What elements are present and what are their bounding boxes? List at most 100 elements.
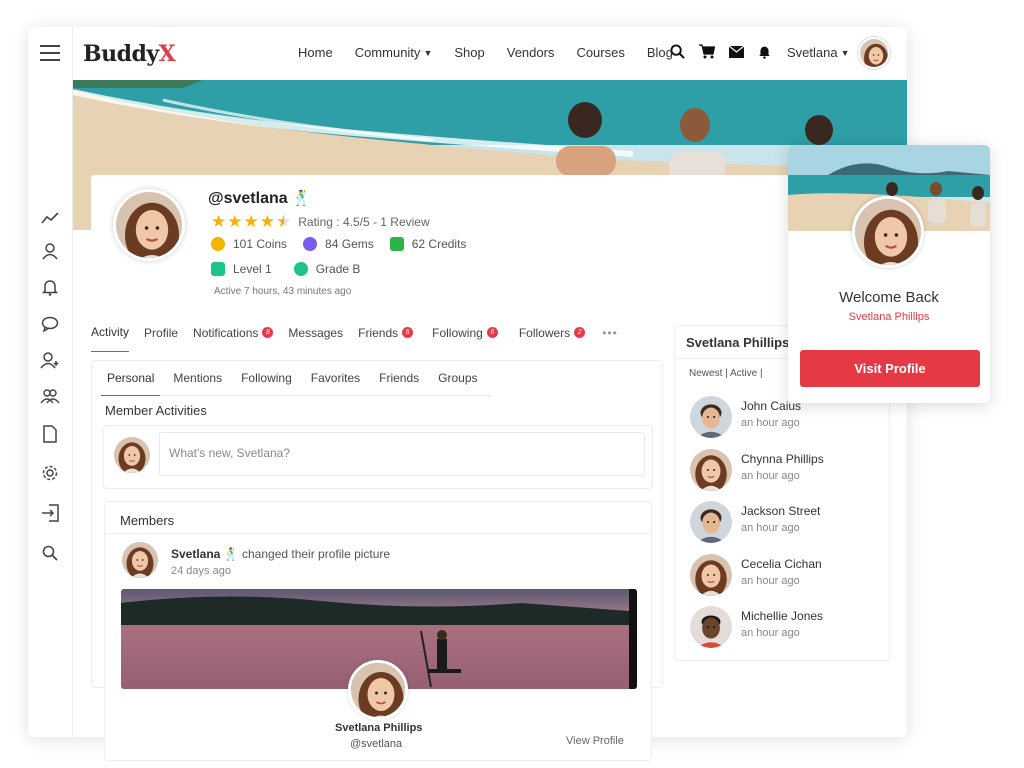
list-item[interactable]: Cecelia Cichan an hour ago [690, 554, 880, 598]
avatar [114, 437, 150, 473]
tab-activity[interactable]: Activity [91, 325, 130, 352]
star-icon: ★ [211, 212, 227, 231]
half-star-icon: ★ [276, 212, 292, 231]
profile-handle: @svetlana 🕺 [208, 190, 311, 207]
nav-shop[interactable]: Shop [454, 45, 484, 60]
coins-count: 101 Coins [233, 237, 288, 251]
count-badge: 8 [262, 327, 274, 338]
sub-tabs: Personal Mentions Following Favorites Fr… [100, 371, 491, 396]
subtab-groups[interactable]: Groups [438, 371, 477, 385]
brand-logo[interactable]: BuddyX [83, 41, 176, 67]
star-icon: ★ [243, 212, 259, 231]
avatar [690, 396, 732, 438]
activity-time: 24 days ago [171, 565, 231, 577]
members-header: Members [120, 513, 175, 528]
view-profile-link[interactable]: View Profile [566, 735, 624, 747]
member-full-name[interactable]: Svetlana Phillips [335, 722, 422, 734]
author-name[interactable]: Svetlana [171, 547, 220, 561]
avatar [690, 449, 732, 491]
tab-profile[interactable]: Profile [144, 325, 178, 352]
star-icon: ★ [259, 212, 275, 231]
top-navbar: BuddyX Home Community ▼ Shop Vendors Cour… [73, 27, 907, 79]
star-icon: ★ [227, 212, 243, 231]
profile-avatar[interactable] [348, 660, 408, 720]
groups-icon[interactable] [39, 385, 61, 407]
coin-icon [211, 237, 225, 251]
member-name[interactable]: Chynna Phillips [741, 452, 824, 466]
main-nav: Home Community ▼ Shop Vendors Courses Blo… [298, 45, 695, 60]
count-badge: 6 [486, 327, 498, 338]
post-form: What's new, Svetlana? [103, 425, 653, 489]
nav-home[interactable]: Home [298, 45, 333, 60]
nav-community[interactable]: Community ▼ [355, 45, 433, 60]
tab-following[interactable]: Following 6 [432, 325, 498, 352]
mail-icon[interactable] [728, 45, 745, 63]
level-text: Level 1 [233, 262, 272, 276]
widget-title: Svetlana Phillips [686, 335, 790, 350]
section-title: Member Activities [105, 403, 207, 418]
count-badge: 2 [574, 327, 586, 338]
document-icon[interactable] [39, 423, 61, 445]
member-name[interactable]: Cecelia Cichan [741, 557, 822, 571]
subtab-mentions[interactable]: Mentions [173, 371, 222, 385]
tab-friends[interactable]: Friends 6 [358, 325, 414, 352]
login-icon[interactable] [39, 502, 61, 524]
profile-tabs: Activity Profile Notifications 8 Messages… [91, 325, 633, 352]
avatar[interactable] [852, 196, 924, 268]
list-item[interactable]: Jackson Street an hour ago [690, 501, 880, 545]
nav-vendors[interactable]: Vendors [507, 45, 555, 60]
rating: ★ ★ ★ ★ ★ Rating : 4.5/5 - 1 Review [211, 212, 430, 232]
member-time: an hour ago [741, 575, 800, 587]
sidebar [28, 27, 73, 737]
avatar [690, 554, 732, 596]
avatar[interactable] [858, 37, 890, 69]
avatar[interactable] [122, 542, 158, 578]
member-name[interactable]: Michellie Jones [741, 609, 823, 623]
member-time: an hour ago [741, 522, 800, 534]
avatar [690, 606, 732, 648]
rank-row: Level 1 Grade B [211, 262, 376, 276]
last-active: Active 7 hours, 43 minutes ago [214, 286, 352, 297]
grade-medal-icon [293, 262, 308, 276]
header-icons [670, 44, 771, 64]
more-icon[interactable]: ••• [602, 325, 618, 352]
search-icon[interactable] [39, 542, 61, 564]
activity-icon[interactable] [39, 207, 61, 229]
list-item[interactable]: Chynna Phillips an hour ago [690, 449, 880, 493]
friends-filter[interactable]: Newest | Active | [689, 368, 763, 379]
menu-icon[interactable] [40, 45, 60, 66]
chat-icon[interactable] [39, 313, 61, 335]
tab-followers[interactable]: Followers 2 [519, 325, 586, 352]
subtab-friends[interactable]: Friends [379, 371, 419, 385]
gear-icon[interactable] [39, 462, 61, 484]
bell-icon[interactable] [39, 276, 61, 298]
members-card: Members Svetlana 🕺 changed their profile… [104, 501, 652, 761]
member-time: an hour ago [741, 470, 800, 482]
points-row: 101 Coins 84 Gems 62 Credits [211, 237, 482, 251]
notification-bell-icon[interactable] [758, 44, 771, 64]
user-menu[interactable]: Svetlana ▼ [787, 45, 850, 60]
subtab-personal[interactable]: Personal [100, 371, 161, 396]
list-item[interactable]: Michellie Jones an hour ago [690, 606, 880, 650]
subtab-following[interactable]: Following [241, 371, 292, 385]
level-badge-icon [211, 262, 225, 276]
visit-profile-button[interactable]: Visit Profile [800, 350, 980, 387]
member-name[interactable]: Jackson Street [741, 504, 820, 518]
profile-avatar[interactable] [113, 189, 185, 261]
subtab-favorites[interactable]: Favorites [311, 371, 360, 385]
activity-action: changed their profile picture [242, 547, 391, 561]
cart-icon[interactable] [699, 44, 716, 64]
gems-count: 84 Gems [325, 237, 374, 251]
tab-messages[interactable]: Messages [288, 325, 343, 352]
nav-blog[interactable]: Blog [647, 45, 673, 60]
welcome-name[interactable]: Svetlana Phillips [788, 311, 990, 323]
count-badge: 6 [402, 327, 414, 338]
tab-notifications[interactable]: Notifications 8 [193, 325, 274, 352]
welcome-title: Welcome Back [839, 289, 939, 306]
post-input[interactable]: What's new, Svetlana? [159, 432, 645, 476]
nav-courses[interactable]: Courses [576, 45, 624, 60]
dancer-emoji-icon: 🕺 [223, 547, 239, 561]
add-friend-icon[interactable] [39, 349, 61, 371]
user-icon[interactable] [39, 240, 61, 262]
search-icon[interactable] [670, 44, 685, 64]
